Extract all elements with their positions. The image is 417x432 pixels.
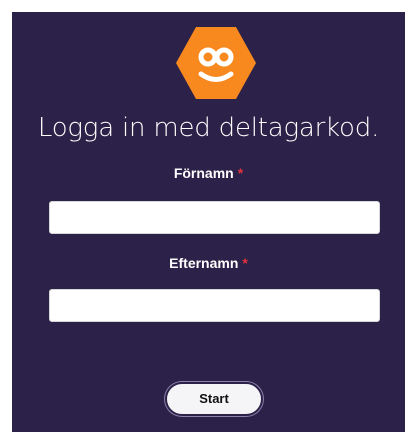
- start-button[interactable]: Start: [165, 382, 263, 416]
- last-name-label: Efternamn *: [12, 255, 405, 271]
- last-name-input[interactable]: [49, 289, 380, 322]
- logo-icon: [176, 27, 256, 99]
- first-name-input[interactable]: [49, 201, 380, 234]
- required-marker: *: [237, 165, 244, 181]
- page-title: Logga in med deltagarkod.: [37, 113, 380, 143]
- first-name-label: Förnamn *: [12, 165, 405, 181]
- required-marker: *: [242, 255, 248, 271]
- login-panel: Logga in med deltagarkod. Förnamn * Efter…: [12, 12, 405, 432]
- last-name-label-text: Efternamn: [169, 255, 239, 271]
- first-name-label-text: Förnamn: [173, 165, 234, 181]
